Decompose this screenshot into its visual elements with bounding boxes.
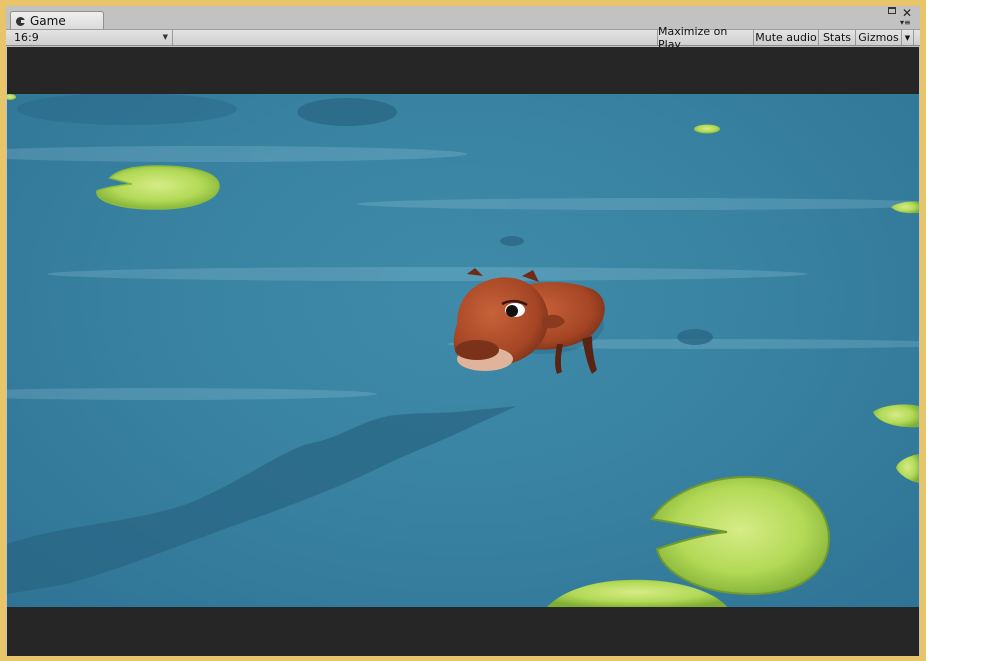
stats-toggle[interactable]: Stats	[818, 30, 855, 45]
dropdown-arrow-icon: ▼	[162, 33, 168, 41]
game-scene-render	[7, 94, 919, 607]
game-viewport[interactable]	[7, 47, 919, 656]
game-scene[interactable]	[7, 94, 919, 607]
unity-game-icon	[16, 16, 26, 26]
aspect-ratio-dropdown[interactable]: 16:9 ▼	[9, 30, 173, 45]
panel-menu-icon[interactable]: ▾≡	[900, 19, 911, 27]
game-window: Game ✕ ▾≡ 16:9 ▼ Maximize on Play Mute a…	[0, 0, 926, 661]
gizmos-toggle[interactable]: Gizmos	[855, 30, 901, 45]
mute-audio-toggle[interactable]: Mute audio	[753, 30, 818, 45]
tab-game-label: Game	[30, 14, 66, 28]
gizmos-dropdown-icon[interactable]: ▼	[901, 30, 914, 45]
game-window-content: Game ✕ ▾≡ 16:9 ▼ Maximize on Play Mute a…	[6, 6, 920, 656]
maximize-on-play-toggle[interactable]: Maximize on Play	[657, 25, 753, 51]
aspect-ratio-value: 16:9	[14, 31, 39, 44]
capybara-character	[453, 268, 605, 374]
tab-game[interactable]: Game	[10, 11, 104, 30]
maximize-window-icon[interactable]	[888, 7, 896, 14]
game-toolbar: 16:9 ▼ Maximize on Play Mute audio Stats…	[6, 25, 920, 51]
tab-strip: Game ✕ ▾≡	[6, 6, 920, 30]
